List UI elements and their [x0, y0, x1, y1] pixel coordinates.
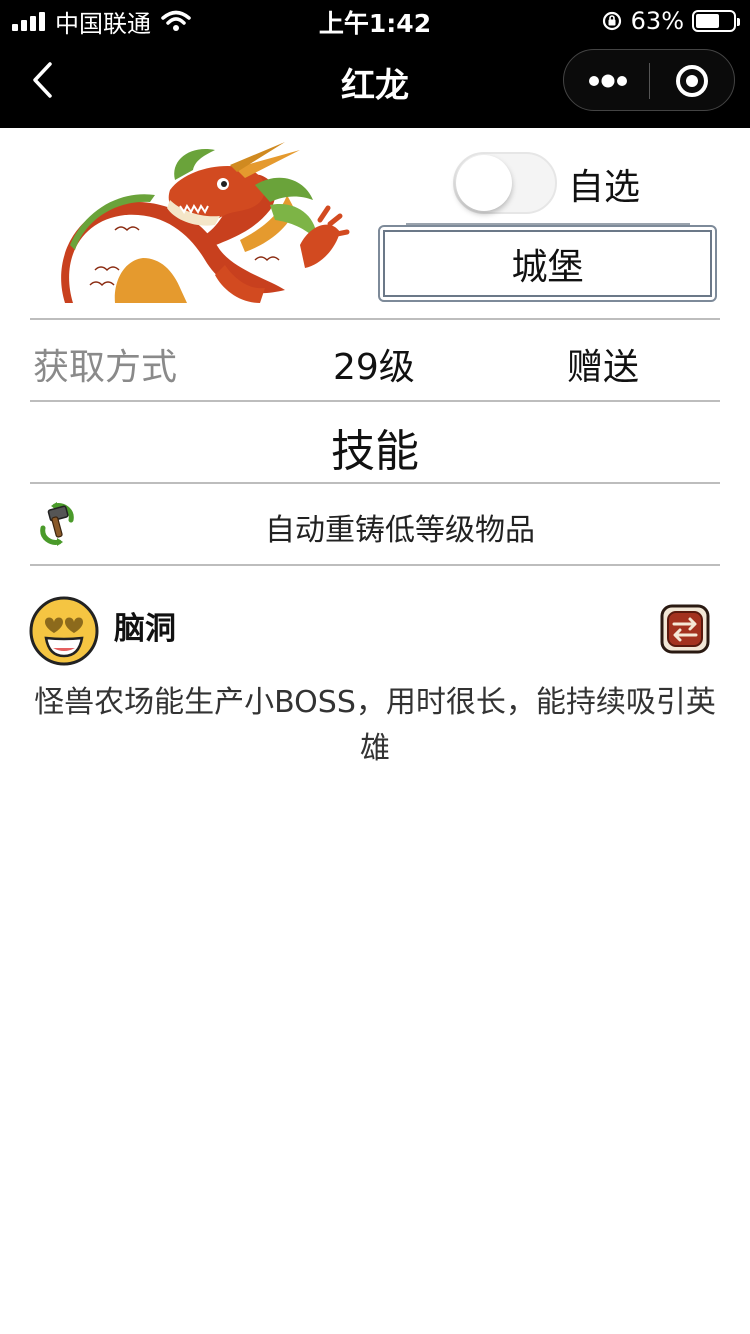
swap-icon[interactable]: [660, 604, 710, 654]
battery-fill: [696, 14, 719, 28]
building-button[interactable]: 城堡: [378, 225, 717, 302]
red-dragon-image: [61, 142, 350, 303]
battery-icon: [692, 10, 740, 32]
toggle-knob: [456, 155, 512, 211]
more-dots-icon: [589, 74, 627, 88]
orientation-lock-icon: [602, 11, 621, 31]
divider: [30, 400, 720, 402]
divider: [30, 482, 720, 484]
status-right: 63%: [601, 6, 740, 36]
divider: [30, 564, 720, 566]
trait-description: 怪兽农场能生产小BOSS，用时很长，能持续吸引英雄: [34, 685, 716, 766]
favorite-toggle-label: 自选: [568, 167, 641, 208]
heart-eyes-emoji-icon: [29, 596, 99, 666]
building-button-label: 城堡: [383, 230, 712, 297]
more-button[interactable]: [564, 50, 649, 112]
skill-item-text: 自动重铸低等级物品: [265, 513, 535, 548]
target-close-icon: [676, 65, 708, 97]
top-bar: 中国联通 上午1:42 63% 红龙: [0, 0, 750, 128]
acquire-label: 获取方式: [33, 347, 178, 388]
close-mini-program-button[interactable]: [650, 50, 736, 112]
acquire-method: 赠送: [567, 347, 640, 388]
nav-bar: 红龙: [0, 40, 750, 128]
acquire-level: 29级: [333, 347, 415, 388]
trait-name: 脑洞: [114, 611, 176, 647]
mini-program-capsule: [563, 49, 735, 111]
skills-title: 技能: [331, 426, 419, 477]
status-bar: 中国联通 上午1:42 63%: [0, 0, 750, 40]
favorite-toggle[interactable]: [453, 152, 557, 214]
divider: [30, 318, 720, 320]
battery-percent: 63%: [630, 7, 684, 35]
